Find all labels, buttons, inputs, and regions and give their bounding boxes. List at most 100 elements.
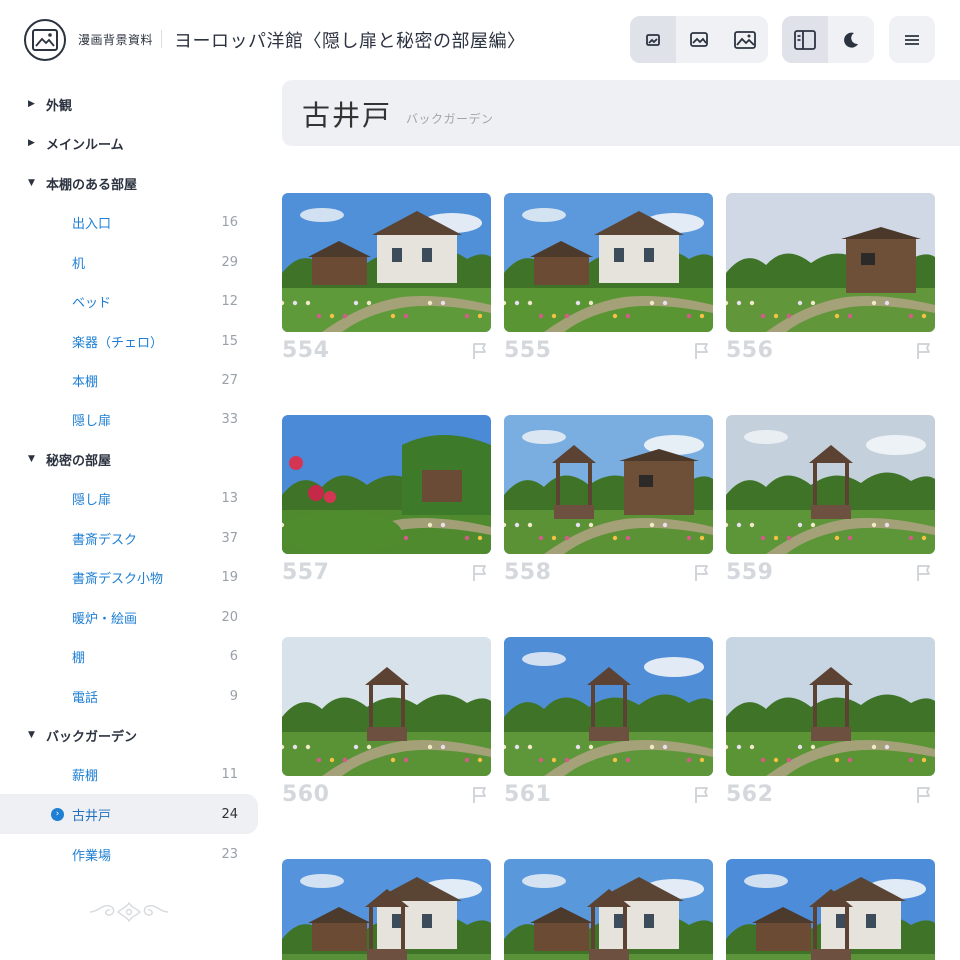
sidebar-item-phone[interactable]: 電話 9 <box>0 676 258 716</box>
flag-icon[interactable] <box>693 564 711 582</box>
sidebar-item-label: 机 <box>72 256 86 272</box>
photo-card[interactable]: 555 <box>504 193 713 372</box>
sidebar-section-secret-room[interactable]: ▼ 秘密の部屋 <box>0 439 258 479</box>
sidebar-section-bookshelf-room[interactable]: ▼ 本棚のある部屋 <box>0 163 258 203</box>
sidebar-item-count: 13 <box>221 490 238 506</box>
flag-icon[interactable] <box>693 342 711 360</box>
flag-icon[interactable] <box>471 342 489 360</box>
photo-thumbnail[interactable] <box>504 859 713 960</box>
sidebar-item-label: 暖炉・絵画 <box>72 611 138 627</box>
photo-thumbnail[interactable] <box>504 637 713 776</box>
photo-card[interactable]: 557 <box>282 415 491 594</box>
image-logo-icon <box>32 29 58 51</box>
sidebar-item-label: 薪棚 <box>72 768 99 784</box>
sidebar-item-label: 書斎デスク小物 <box>72 571 164 587</box>
photo-thumbnail[interactable] <box>282 859 491 960</box>
category-title: 古井戸 <box>302 99 393 132</box>
caret-down-icon: ▼ <box>28 730 35 740</box>
photo-number: 561 <box>504 782 552 807</box>
size-small-button[interactable] <box>630 16 676 63</box>
sidebar-item-shelf[interactable]: 棚 6 <box>0 636 258 676</box>
photo-card[interactable]: 558 <box>504 415 713 594</box>
sidebar-item-cello[interactable]: 楽器（チェロ） 15 <box>0 321 258 361</box>
sidebar-item-bookshelf[interactable]: 本棚 27 <box>0 360 258 400</box>
flag-icon[interactable] <box>915 786 933 804</box>
photo-number: 554 <box>282 338 330 363</box>
photo-thumbnail[interactable] <box>282 193 491 332</box>
sidebar-section-label: 外観 <box>46 98 73 114</box>
sidebar-item-entrance[interactable]: 出入口 16 <box>0 202 258 242</box>
sidebar-item-count: 27 <box>221 372 238 388</box>
sidebar-item-hidden-door[interactable]: 隠し扉 33 <box>0 399 258 439</box>
photo-number: 555 <box>504 338 552 363</box>
size-large-button[interactable] <box>722 16 768 63</box>
sidebar-section-back-garden[interactable]: ▼ バックガーデン <box>0 715 258 755</box>
size-medium-button[interactable] <box>676 16 722 63</box>
photo-card[interactable]: 560 <box>282 637 491 816</box>
flag-icon[interactable] <box>915 342 933 360</box>
sidebar-item-count: 33 <box>221 411 238 427</box>
photo-meta: 558 <box>504 554 713 594</box>
sidebar-item-count: 9 <box>229 688 238 704</box>
photo-thumbnail[interactable] <box>282 415 491 554</box>
photo-thumbnail[interactable] <box>282 637 491 776</box>
sidebar-toggle-button[interactable] <box>782 16 828 63</box>
photo-thumbnail[interactable] <box>504 415 713 554</box>
dark-mode-button[interactable] <box>828 16 874 63</box>
photo-card[interactable]: 554 <box>282 193 491 372</box>
sidebar-item-secret-hidden-door[interactable]: 隠し扉 13 <box>0 478 258 518</box>
view-options <box>782 16 874 63</box>
photo-card[interactable]: 562 <box>726 637 935 816</box>
photo-thumbnail[interactable] <box>726 637 935 776</box>
app-header: 漫画背景資料 ヨーロッパ洋館〈隠し扉と秘密の部屋編〉 <box>0 0 960 80</box>
garden-photo-image <box>282 859 491 960</box>
photo-number: 558 <box>504 560 552 585</box>
sidebar-item-study-desk[interactable]: 書斎デスク 37 <box>0 518 258 558</box>
sidebar-item-count: 11 <box>221 766 238 782</box>
sidebar-item-label: 楽器（チェロ） <box>72 335 164 351</box>
sidebar-section-main-room[interactable]: ▶ メインルーム <box>0 123 258 163</box>
sidebar-item-workshop[interactable]: 作業場 23 <box>0 834 258 874</box>
flag-icon[interactable] <box>471 786 489 804</box>
sidebar-item-old-well[interactable]: › 古井戸 24 <box>0 794 258 834</box>
flag-icon[interactable] <box>471 564 489 582</box>
photo-thumbnail[interactable] <box>726 415 935 554</box>
menu-button[interactable] <box>889 16 935 63</box>
sidebar-item-woodshed[interactable]: 薪棚 11 <box>0 754 258 794</box>
sidebar-item-desk[interactable]: 机 29 <box>0 242 258 282</box>
photo-number: 560 <box>282 782 330 807</box>
sidebar-item-bed[interactable]: ベッド 12 <box>0 281 258 321</box>
sidebar-item-count: 20 <box>221 609 238 625</box>
photo-card[interactable] <box>504 859 713 960</box>
photo-card[interactable]: 561 <box>504 637 713 816</box>
garden-photo-image <box>504 193 713 332</box>
photo-number: 559 <box>726 560 774 585</box>
photo-thumbnail[interactable] <box>726 193 935 332</box>
photo-thumbnail[interactable] <box>726 859 935 960</box>
photo-card[interactable] <box>726 859 935 960</box>
menu-icon <box>905 34 919 45</box>
photo-card[interactable] <box>282 859 491 960</box>
page-heading: ヨーロッパ洋館〈隠し扉と秘密の部屋編〉 <box>174 31 526 52</box>
category-title-bar: 古井戸 バックガーデン <box>282 80 960 146</box>
site-logo[interactable] <box>24 19 66 61</box>
sidebar-item-count: 29 <box>221 254 238 270</box>
garden-photo-image <box>282 193 491 332</box>
flag-icon[interactable] <box>915 564 933 582</box>
photo-card[interactable]: 559 <box>726 415 935 594</box>
sidebar-item-count: 15 <box>221 333 238 349</box>
sidebar-toggle-icon <box>794 29 816 50</box>
image-medium-icon <box>690 32 708 47</box>
sidebar-item-label: 古井戸 <box>72 808 112 824</box>
flag-icon[interactable] <box>693 786 711 804</box>
site-name[interactable]: 漫画背景資料 <box>78 31 153 48</box>
photo-meta: 561 <box>504 776 713 816</box>
garden-photo-image <box>726 637 935 776</box>
sidebar-item-study-desk-items[interactable]: 書斎デスク小物 19 <box>0 557 258 597</box>
sidebar-item-fireplace[interactable]: 暖炉・絵画 20 <box>0 597 258 637</box>
photo-meta: 559 <box>726 554 935 594</box>
sidebar-section-exterior[interactable]: ▶ 外観 <box>0 84 258 124</box>
photo-thumbnail[interactable] <box>504 193 713 332</box>
photo-card[interactable]: 556 <box>726 193 935 372</box>
caret-right-icon: ▶ <box>28 99 35 109</box>
